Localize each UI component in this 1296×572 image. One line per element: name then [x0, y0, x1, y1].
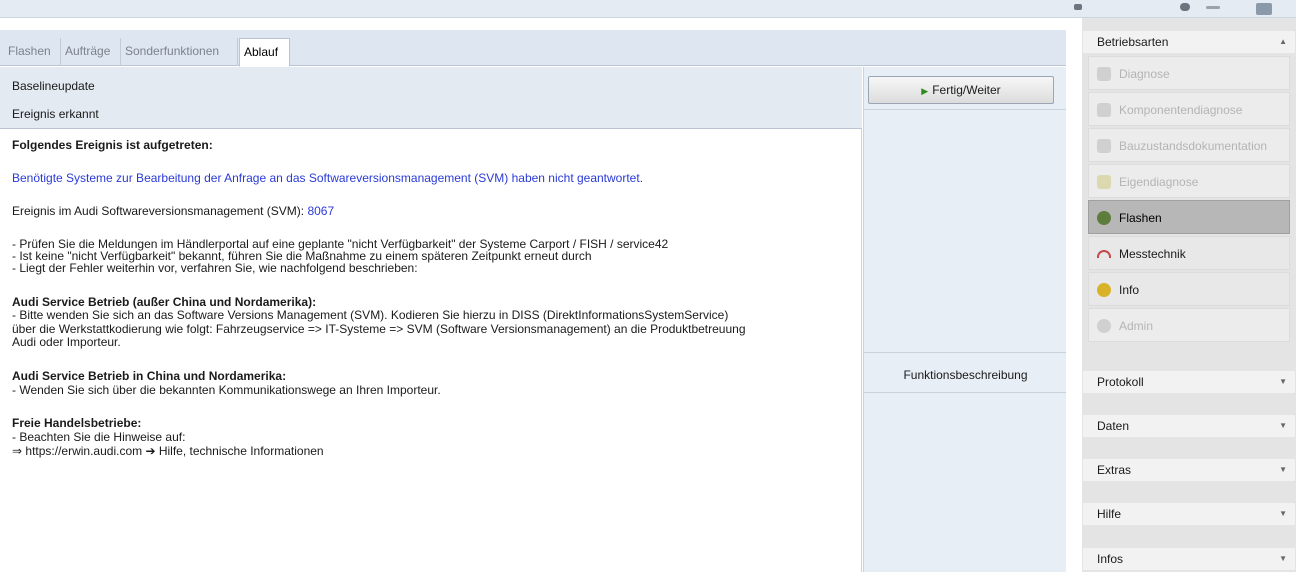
mode-diagnose[interactable]: Diagnose [1088, 56, 1290, 90]
expand-icon: ▼ [1279, 509, 1287, 518]
collapse-icon: ▲ [1279, 37, 1287, 46]
section-infos[interactable]: Infos ▼ [1083, 548, 1295, 570]
section-daten[interactable]: Daten ▼ [1083, 415, 1295, 437]
event-heading: Folgendes Ereignis ist aufgetreten: [12, 138, 213, 152]
section-text: - Wenden Sie sich über die bekannten Kom… [12, 383, 441, 397]
window-icon[interactable] [1256, 3, 1272, 15]
event-code-line: Ereignis im Audi Softwareversionsmanagem… [12, 205, 334, 218]
mode-bauzustandsdokumentation[interactable]: Bauzustandsdokumentation [1088, 128, 1290, 162]
section-protokoll[interactable]: Protokoll ▼ [1083, 371, 1295, 393]
panel-gap [1066, 18, 1082, 572]
mode-flashen[interactable]: Flashen [1088, 200, 1290, 234]
measure-icon [1097, 250, 1111, 258]
mode-eigendiagnose[interactable]: Eigendiagnose [1088, 164, 1290, 198]
section-extras[interactable]: Extras ▼ [1083, 459, 1295, 481]
check-line: - Liegt der Fehler weiterhin vor, verfah… [12, 261, 418, 275]
tab-bar: Flashen Aufträge Sonderfunktionen Ablauf [0, 30, 1066, 67]
section-text: Audi oder Importeur. [12, 335, 121, 349]
fertig-weiter-button[interactable]: ▶ Fertig/Weiter [868, 76, 1054, 104]
section-title-free: Freie Handelsbetriebe: [12, 416, 142, 430]
admin-icon [1097, 319, 1111, 333]
toolbar-icon[interactable] [1074, 4, 1082, 10]
process-title: Baselineupdate [12, 79, 95, 93]
funktionsbeschreibung-button[interactable]: Funktionsbeschreibung [864, 357, 1067, 393]
section-label: Extras [1097, 463, 1132, 477]
mode-label: Messtechnik [1119, 247, 1186, 261]
section-text: über die Werkstattkodierung wie folgt: F… [12, 322, 746, 336]
section-hilfe[interactable]: Hilfe ▼ [1083, 503, 1295, 525]
process-status: Ereignis erkannt [12, 107, 99, 121]
info-icon [1097, 283, 1111, 297]
section-label: Hilfe [1097, 507, 1122, 521]
mode-label: Eigendiagnose [1119, 175, 1199, 189]
section-text: - Bitte wenden Sie sich an das Software … [12, 308, 729, 322]
mode-admin[interactable]: Admin [1088, 308, 1290, 342]
mode-label: Bauzustandsdokumentation [1119, 139, 1268, 153]
tab-auftraege[interactable]: Aufträge [61, 38, 121, 66]
expand-icon: ▼ [1279, 465, 1287, 474]
event-code: 8067 [307, 204, 335, 218]
self-diagnosis-icon [1097, 175, 1111, 189]
mode-messtechnik[interactable]: Messtechnik [1088, 236, 1290, 270]
document-icon [1097, 139, 1111, 153]
mode-label: Komponentendiagnose [1119, 103, 1243, 117]
toolbar-icon[interactable] [1180, 3, 1190, 11]
betriebsarten-title: Betriebsarten [1097, 35, 1169, 49]
tab-ablauf[interactable]: Ablauf [239, 38, 290, 67]
play-icon: ▶ [921, 86, 929, 96]
flash-icon [1097, 211, 1111, 225]
section-label: Protokoll [1097, 375, 1144, 389]
event-notice: Benötigte Systeme zur Bearbeitung der An… [12, 171, 644, 185]
expand-icon: ▼ [1279, 421, 1287, 430]
mode-label: Info [1119, 283, 1140, 297]
tab-flashen[interactable]: Flashen [4, 38, 61, 66]
section-label: Daten [1097, 419, 1130, 433]
diagnose-icon [1097, 67, 1111, 81]
betriebsarten-header[interactable]: Betriebsarten ▲ [1083, 31, 1295, 53]
fertig-weiter-label: Fertig/Weiter [932, 83, 1001, 97]
section-text: - Beachten Sie die Hinweise auf: [12, 430, 186, 444]
tab-sonderfunktionen[interactable]: Sonderfunktionen [121, 38, 238, 66]
mode-info[interactable]: Info [1088, 272, 1290, 306]
section-label: Infos [1097, 552, 1124, 566]
mode-label: Flashen [1119, 211, 1162, 225]
process-header: Baselineupdate Ereignis erkannt [0, 67, 862, 129]
component-icon [1097, 103, 1111, 117]
mode-label: Diagnose [1119, 67, 1170, 81]
divider [864, 109, 1067, 110]
top-toolbar [0, 0, 1296, 18]
toolbar-icon[interactable] [1206, 6, 1220, 9]
expand-icon: ▼ [1279, 377, 1287, 386]
section-title-china: Audi Service Betrieb in China und Nordam… [12, 369, 287, 383]
process-panel: Baselineupdate Ereignis erkannt Folgende… [0, 67, 862, 572]
expand-icon: ▼ [1279, 554, 1287, 563]
divider [864, 352, 1067, 353]
mode-label: Admin [1119, 319, 1154, 333]
event-code-label: Ereignis im Audi Softwareversionsmanagem… [12, 204, 308, 218]
mode-komponentendiagnose[interactable]: Komponentendiagnose [1088, 92, 1290, 126]
right-sidebar: Betriebsarten ▲ Diagnose Komponentendiagn… [1082, 18, 1296, 572]
erwin-link[interactable]: ⇒ https://erwin.audi.com ➔ Hilfe, techni… [12, 445, 324, 458]
action-column: ▶ Fertig/Weiter Funktionsbeschreibung [863, 67, 1067, 572]
